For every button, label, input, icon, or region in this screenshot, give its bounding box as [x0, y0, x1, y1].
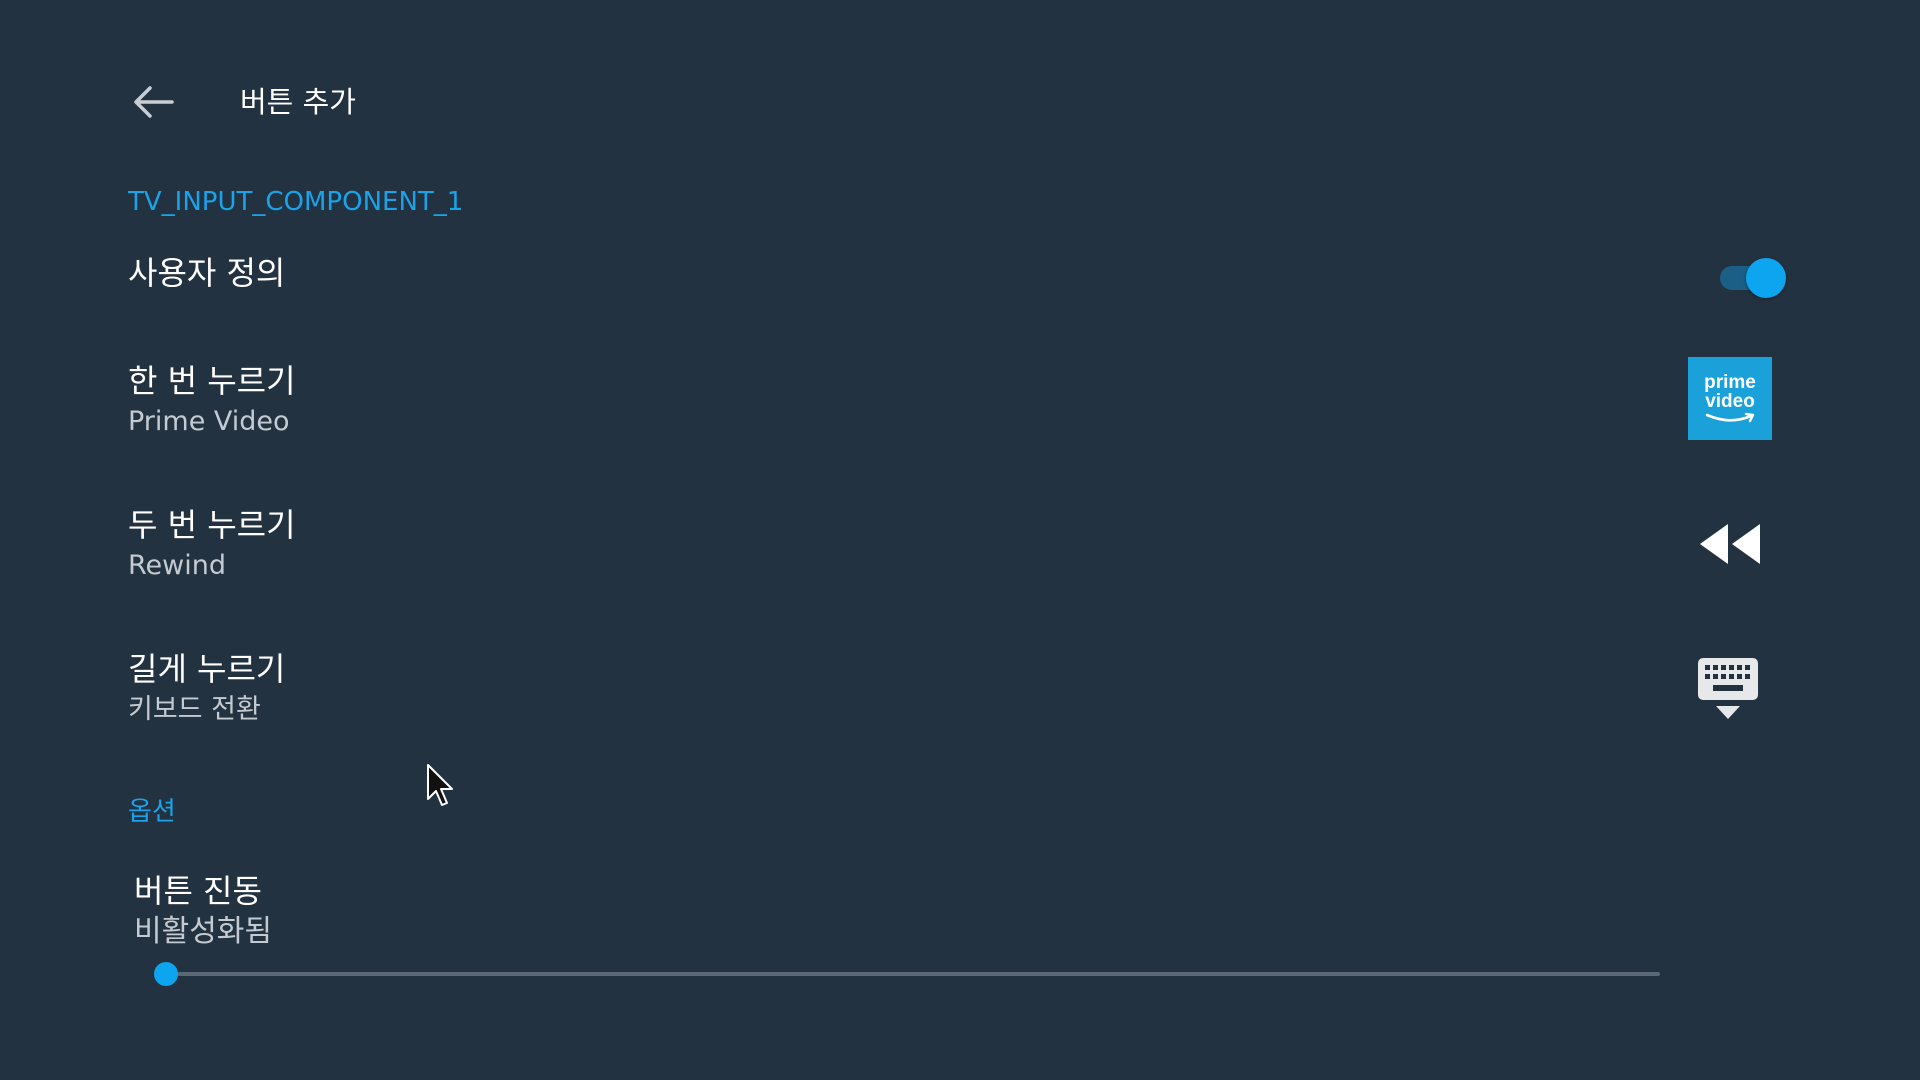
single-press-title: 한 번 누르기: [128, 362, 296, 400]
long-press-subtitle: 키보드 전환: [128, 694, 261, 725]
long-press-title: 길게 누르기: [128, 650, 286, 688]
vibration-slider[interactable]: [152, 960, 1660, 988]
custom-setting-title: 사용자 정의: [128, 254, 286, 292]
rewind-icon: [1700, 524, 1760, 564]
settings-screen: 버튼 추가 TV_INPUT_COMPONENT_1 사용자 정의 한 번 누르…: [0, 0, 1920, 1080]
arrow-left-icon[interactable]: [128, 82, 176, 122]
toggle-thumb: [1746, 258, 1786, 298]
custom-toggle[interactable]: [1718, 257, 1786, 298]
double-press-row[interactable]: 두 번 누르기 Rewind: [128, 504, 1788, 584]
vibration-subtitle: 비활성화됨: [134, 914, 272, 949]
section-header-input: TV_INPUT_COMPONENT_1: [128, 187, 464, 217]
keyboard-hide-icon: [1698, 658, 1758, 719]
double-press-title: 두 번 누르기: [128, 506, 296, 544]
prime-video-logo-icon: prime video: [1688, 357, 1772, 440]
page-title: 버튼 추가: [240, 85, 356, 119]
section-header-options: 옵션: [128, 797, 176, 827]
custom-setting-row[interactable]: 사용자 정의: [128, 252, 1788, 294]
slider-track: [166, 972, 1660, 976]
prime-smile-icon: [1705, 412, 1755, 423]
vibration-row[interactable]: 버튼 진동 비활성화됨: [134, 870, 1794, 952]
slider-thumb[interactable]: [154, 962, 178, 986]
vibration-title: 버튼 진동: [134, 872, 262, 910]
mouse-cursor-icon: [427, 764, 453, 806]
long-press-row[interactable]: 길게 누르기 키보드 전환: [128, 648, 1788, 728]
prime-logo-line2: video: [1705, 391, 1755, 412]
single-press-subtitle: Prime Video: [128, 406, 290, 437]
double-press-subtitle: Rewind: [128, 550, 226, 581]
single-press-row[interactable]: 한 번 누르기 Prime Video: [128, 360, 1788, 440]
prime-logo-line1: prime: [1704, 372, 1756, 393]
